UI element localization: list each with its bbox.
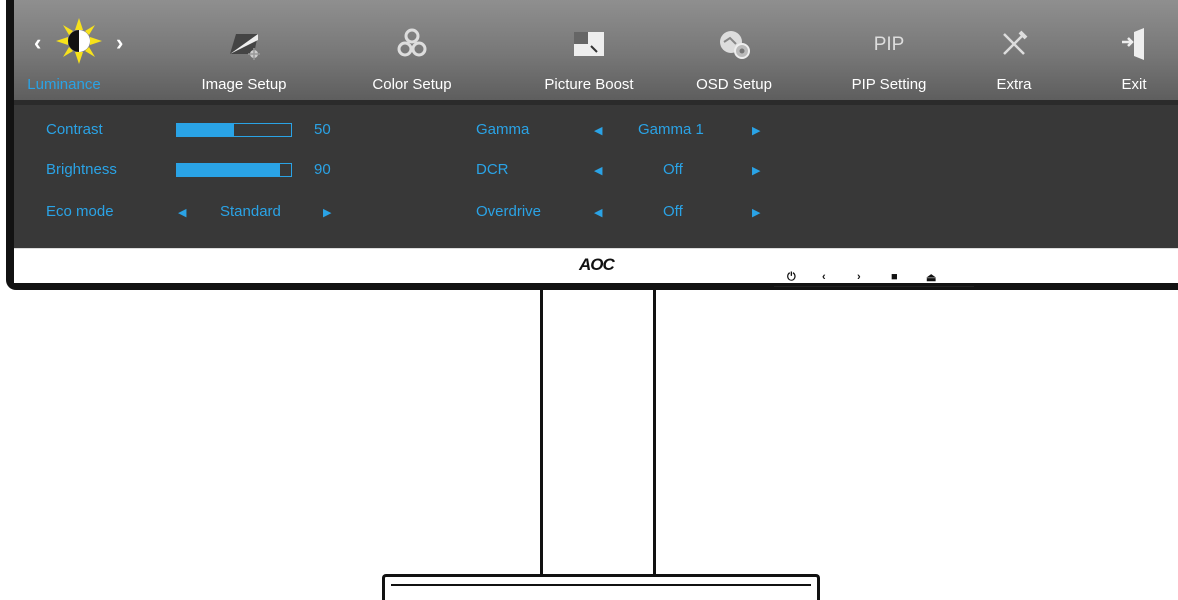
dcr-prev-arrow-icon[interactable]: ◀ — [594, 164, 602, 177]
contrast-label: Contrast — [46, 121, 103, 138]
brightness-label: Brightness — [46, 161, 117, 178]
overdrive-next-arrow-icon[interactable]: ▶ — [752, 206, 760, 219]
tab-osd-setup[interactable]: OSD Setup — [679, 0, 789, 100]
extra-tools-icon — [1003, 30, 1028, 55]
color-setup-icon — [397, 28, 427, 57]
dcr-value: Off — [663, 161, 683, 178]
tab-label: Color Setup — [372, 76, 452, 93]
dcr-label: DCR — [476, 161, 509, 178]
tab-label: Extra — [996, 76, 1032, 93]
tab-extra[interactable]: Extra — [979, 0, 1049, 100]
tab-label: Picture Boost — [544, 76, 634, 93]
osd-screen: ‹ › Luminance Image Setup Color Setup Pi… — [14, 0, 1178, 248]
exit-door-icon — [1122, 28, 1144, 60]
tab-color-setup[interactable]: Color Setup — [357, 0, 467, 100]
right-icon[interactable]: › — [857, 271, 861, 283]
monitor-stand-base — [382, 574, 820, 600]
source-icon[interactable]: ⏏ — [926, 271, 936, 284]
eco-mode-label: Eco mode — [46, 203, 114, 220]
button-strip — [774, 286, 974, 287]
osd-setup-icon — [720, 31, 750, 59]
gamma-label: Gamma — [476, 121, 530, 138]
tab-label: OSD Setup — [696, 76, 772, 93]
tab-exit[interactable]: Exit — [1104, 0, 1164, 100]
power-icon[interactable]: ⏻ — [787, 271, 796, 284]
tab-pip-setting[interactable]: PIP PIP Setting — [824, 0, 954, 100]
brightness-value: 90 — [314, 161, 331, 178]
luminance-settings-panel: Contrast 50 Brightness 90 Eco mode ◀ Sta… — [14, 105, 1178, 248]
eco-mode-value: Standard — [220, 203, 281, 220]
osd-tab-bar: ‹ › Luminance Image Setup Color Setup Pi… — [14, 0, 1178, 100]
brightness-slider[interactable] — [176, 163, 292, 177]
tab-picture-boost[interactable]: Picture Boost — [524, 0, 654, 100]
tab-label: Luminance — [27, 76, 101, 93]
contrast-slider[interactable] — [176, 123, 292, 137]
eco-next-arrow-icon[interactable]: ▶ — [323, 206, 331, 219]
picture-boost-icon — [574, 32, 604, 56]
monitor-stand-neck — [540, 290, 656, 577]
overdrive-prev-arrow-icon[interactable]: ◀ — [594, 206, 602, 219]
aoc-logo: AOC — [579, 255, 615, 274]
gamma-value: Gamma 1 — [638, 121, 704, 138]
overdrive-value: Off — [663, 203, 683, 220]
menu-icon[interactable]: ■ — [891, 271, 898, 283]
dcr-next-arrow-icon[interactable]: ▶ — [752, 164, 760, 177]
tab-label: PIP Setting — [851, 76, 927, 93]
tab-luminance[interactable]: ‹ › Luminance — [24, 0, 134, 100]
pip-icon-text: PIP — [873, 34, 905, 55]
tab-image-setup[interactable]: Image Setup — [184, 0, 304, 100]
brightness-fill — [177, 164, 280, 176]
contrast-fill — [177, 124, 234, 136]
chevron-left-icon[interactable]: ‹ — [34, 30, 41, 56]
left-icon[interactable]: ‹ — [822, 271, 826, 283]
gamma-next-arrow-icon[interactable]: ▶ — [752, 124, 760, 137]
contrast-value: 50 — [314, 121, 331, 138]
chevron-right-icon[interactable]: › — [116, 30, 123, 56]
luminance-sun-icon — [56, 18, 102, 64]
eco-prev-arrow-icon[interactable]: ◀ — [178, 206, 186, 219]
monitor-bezel: AOC ⏻ ‹ › ■ ⏏ — [14, 248, 1178, 287]
gamma-prev-arrow-icon[interactable]: ◀ — [594, 124, 602, 137]
tab-label: Exit — [1121, 76, 1147, 93]
monitor: ‹ › Luminance Image Setup Color Setup Pi… — [6, 0, 1178, 290]
overdrive-label: Overdrive — [476, 203, 542, 220]
image-setup-icon — [230, 34, 260, 60]
tab-label: Image Setup — [201, 76, 287, 93]
